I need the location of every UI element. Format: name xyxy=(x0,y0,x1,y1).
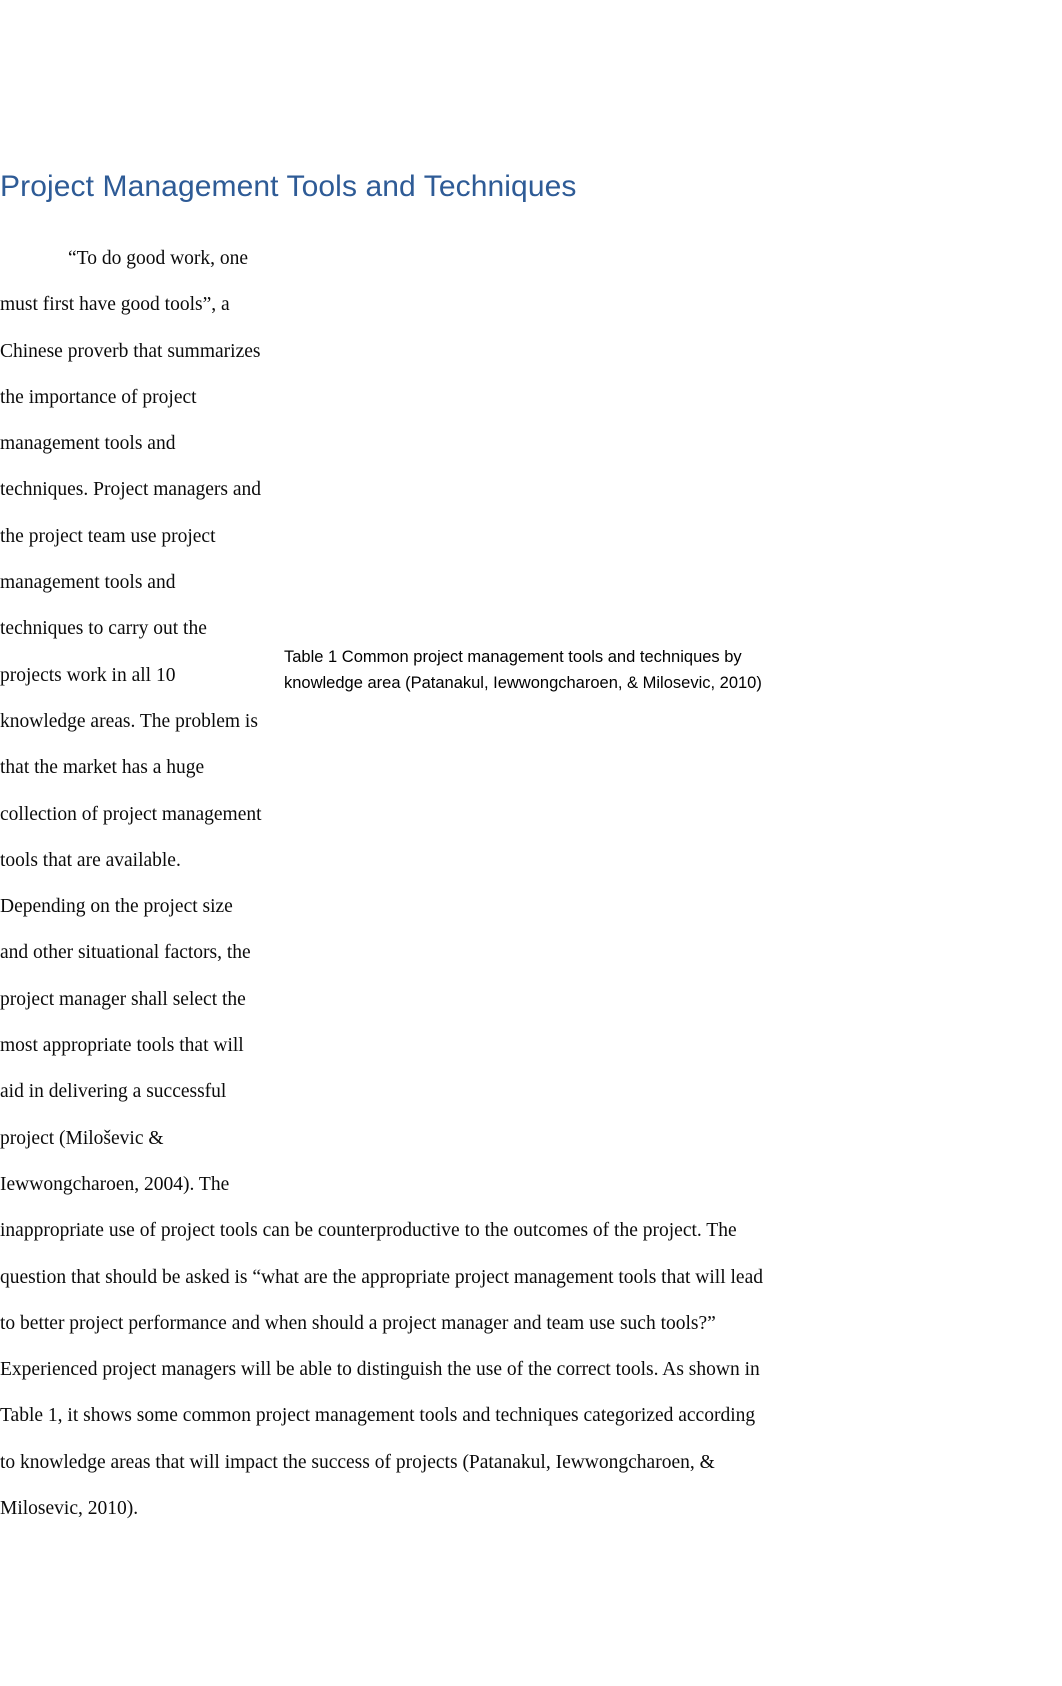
page-title: Project Management Tools and Techniques xyxy=(0,170,577,203)
table-caption: Table 1 Common project management tools … xyxy=(284,648,762,693)
table-content-area xyxy=(280,696,772,1197)
document-body: Table 1 Common project management tools … xyxy=(0,236,772,1532)
document-page: Project Management Tools and Techniques … xyxy=(0,0,1062,1686)
table-figure-object[interactable]: Table 1 Common project management tools … xyxy=(280,644,772,1200)
